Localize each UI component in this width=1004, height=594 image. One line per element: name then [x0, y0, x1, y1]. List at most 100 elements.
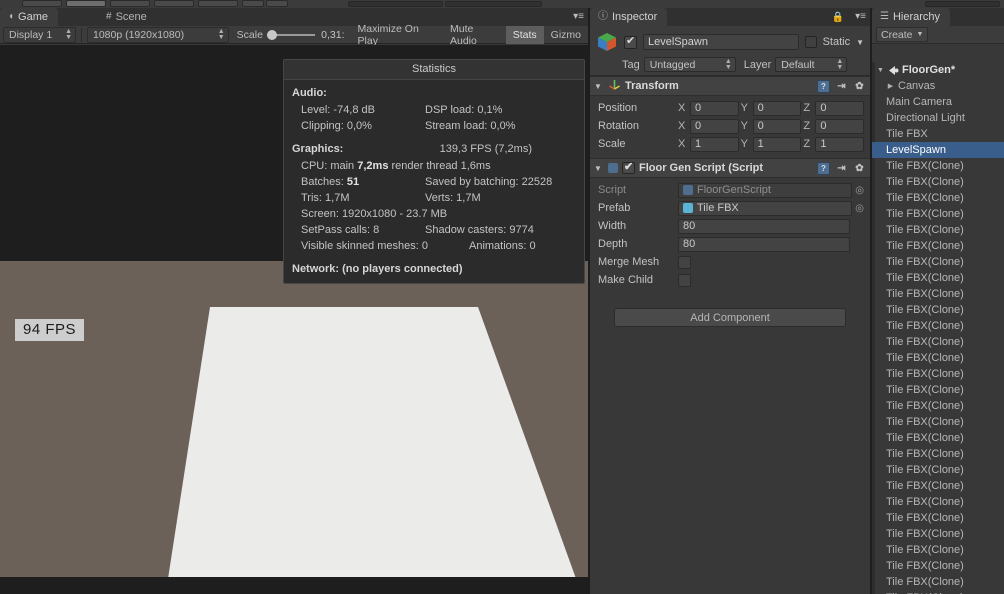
- gizmos-button[interactable]: Gizmo: [544, 26, 588, 44]
- toolbar-play-button[interactable]: [348, 1, 443, 7]
- toolbar-pivot-toggle[interactable]: [242, 0, 264, 7]
- game-render-area[interactable]: [0, 261, 588, 577]
- script-picker-icon[interactable]: ◎: [855, 185, 864, 196]
- make-child-property-row: Make Child: [590, 271, 870, 289]
- tab-hierarchy[interactable]: ☰ Hierarchy: [872, 8, 951, 26]
- floor-gen-foldout-icon[interactable]: ▼: [594, 164, 604, 173]
- hierarchy-scene-root[interactable]: ▼ FloorGen*: [872, 62, 1004, 78]
- hierarchy-item[interactable]: Tile FBX(Clone): [872, 462, 1004, 478]
- depth-input[interactable]: 80: [678, 236, 850, 252]
- transform-foldout-icon[interactable]: ▼: [594, 82, 604, 91]
- toolbar-pause-button[interactable]: [445, 1, 542, 7]
- scale-y-input[interactable]: 1: [752, 136, 802, 152]
- hierarchy-item[interactable]: Tile FBX(Clone): [872, 558, 1004, 574]
- hierarchy-item[interactable]: Tile FBX(Clone): [872, 382, 1004, 398]
- axis-x-label: X: [678, 102, 686, 114]
- stats-button[interactable]: Stats: [505, 25, 544, 44]
- hierarchy-item[interactable]: Tile FBX(Clone): [872, 510, 1004, 526]
- scale-z-input[interactable]: 1: [815, 136, 865, 152]
- static-checkbox[interactable]: [804, 36, 817, 48]
- tag-dropdown[interactable]: Untagged ▲ ▼: [643, 57, 736, 72]
- hierarchy-item[interactable]: Directional Light: [872, 110, 1004, 126]
- hierarchy-item[interactable]: Tile FBX(Clone): [872, 590, 1004, 594]
- merge-mesh-checkbox[interactable]: [678, 255, 691, 269]
- scale-slider-knob[interactable]: [266, 29, 277, 40]
- resolution-dropdown[interactable]: 1080p (1920x1080) ▲ ▼: [86, 26, 229, 43]
- hierarchy-item[interactable]: Tile FBX: [872, 126, 1004, 142]
- maximize-on-play-button[interactable]: Maximize On Play: [351, 23, 443, 47]
- width-input[interactable]: 80: [678, 218, 850, 234]
- inspector-menu-icon[interactable]: ▾≡: [855, 11, 866, 22]
- hierarchy-item[interactable]: Tile FBX(Clone): [872, 494, 1004, 510]
- position-z-input[interactable]: 0: [815, 100, 865, 116]
- toolbar-space-toggle[interactable]: [266, 0, 288, 7]
- chevron-down-icon[interactable]: ▼: [856, 38, 864, 47]
- toolbar-move-tool[interactable]: [66, 0, 106, 7]
- hierarchy-item[interactable]: Tile FBX(Clone): [872, 334, 1004, 350]
- hierarchy-item[interactable]: Tile FBX(Clone): [872, 302, 1004, 318]
- hierarchy-item[interactable]: Tile FBX(Clone): [872, 206, 1004, 222]
- hierarchy-item[interactable]: Tile FBX(Clone): [872, 174, 1004, 190]
- hierarchy-item[interactable]: Tile FBX(Clone): [872, 238, 1004, 254]
- hierarchy-item[interactable]: Tile FBX(Clone): [872, 158, 1004, 174]
- mute-audio-button[interactable]: Mute Audio: [443, 23, 506, 47]
- toolbar-rotate-tool[interactable]: [110, 0, 150, 7]
- add-component-button[interactable]: Add Component: [614, 308, 846, 327]
- make-child-checkbox[interactable]: [678, 273, 691, 287]
- rotation-z-input[interactable]: 0: [815, 118, 865, 134]
- hierarchy-item[interactable]: Tile FBX(Clone): [872, 526, 1004, 542]
- create-button[interactable]: Create ▼: [876, 27, 929, 42]
- position-x-input[interactable]: 0: [690, 100, 739, 116]
- hierarchy-item[interactable]: Tile FBX(Clone): [872, 398, 1004, 414]
- layer-dropdown[interactable]: Default ▲ ▼: [775, 57, 848, 72]
- help-icon[interactable]: ?: [817, 79, 830, 93]
- gear-icon[interactable]: ✿: [853, 80, 866, 93]
- axis-y-label: Y: [740, 102, 749, 114]
- tab-inspector[interactable]: ⓘ Inspector: [590, 8, 668, 26]
- chevron-right-icon[interactable]: ▶: [886, 82, 895, 90]
- toolbar-scale-tool[interactable]: [154, 0, 194, 7]
- preset-icon[interactable]: ⇥: [835, 80, 848, 93]
- tab-game[interactable]: ◖ Game: [0, 8, 59, 26]
- prefab-object-field[interactable]: Tile FBX: [678, 200, 853, 216]
- game-panel-menu-icon[interactable]: ▾≡: [573, 11, 584, 22]
- hierarchy-item[interactable]: Tile FBX(Clone): [872, 270, 1004, 286]
- hierarchy-item[interactable]: Tile FBX(Clone): [872, 478, 1004, 494]
- hierarchy-item[interactable]: Tile FBX(Clone): [872, 350, 1004, 366]
- hierarchy-item[interactable]: Tile FBX(Clone): [872, 414, 1004, 430]
- help-icon[interactable]: ?: [817, 161, 830, 175]
- display-dropdown[interactable]: Display 1 ▲ ▼: [3, 26, 77, 43]
- prefab-picker-icon[interactable]: ◎: [855, 203, 864, 214]
- floor-gen-script-header[interactable]: ▼ Floor Gen Script (Script ? ⇥ ✿: [590, 158, 870, 178]
- hierarchy-item[interactable]: ▶ Canvas: [872, 78, 1004, 94]
- toolbar-layers-dropdown[interactable]: [925, 1, 1000, 7]
- tab-scene[interactable]: # Scene: [98, 8, 157, 26]
- scale-x-input[interactable]: 1: [690, 136, 739, 152]
- gear-icon[interactable]: ✿: [853, 162, 866, 175]
- lock-icon[interactable]: 🔒: [832, 12, 844, 23]
- chevron-down-icon[interactable]: ▼: [876, 67, 885, 74]
- rotation-x-input[interactable]: 0: [690, 118, 739, 134]
- hierarchy-item[interactable]: Tile FBX(Clone): [872, 574, 1004, 590]
- toolbar-hand-tool[interactable]: [22, 0, 62, 7]
- toolbar-rect-tool[interactable]: [198, 0, 238, 7]
- position-y-input[interactable]: 0: [752, 100, 802, 116]
- hierarchy-item[interactable]: LevelSpawn: [872, 142, 1004, 158]
- hierarchy-item[interactable]: Tile FBX(Clone): [872, 318, 1004, 334]
- hierarchy-item[interactable]: Tile FBX(Clone): [872, 366, 1004, 382]
- scale-slider[interactable]: [266, 29, 316, 40]
- hierarchy-item[interactable]: Tile FBX(Clone): [872, 286, 1004, 302]
- floor-gen-enabled-checkbox[interactable]: [622, 160, 635, 174]
- hierarchy-item[interactable]: Tile FBX(Clone): [872, 222, 1004, 238]
- hierarchy-item[interactable]: Tile FBX(Clone): [872, 254, 1004, 270]
- gameobject-enabled-checkbox[interactable]: [624, 34, 637, 49]
- gameobject-name-input[interactable]: LevelSpawn: [643, 34, 799, 50]
- hierarchy-item[interactable]: Tile FBX(Clone): [872, 446, 1004, 462]
- preset-icon[interactable]: ⇥: [835, 162, 848, 175]
- hierarchy-item[interactable]: Tile FBX(Clone): [872, 430, 1004, 446]
- rotation-y-input[interactable]: 0: [752, 118, 802, 134]
- hierarchy-item[interactable]: Tile FBX(Clone): [872, 190, 1004, 206]
- transform-component-header[interactable]: ▼ Transform ? ⇥ ✿: [590, 76, 870, 96]
- hierarchy-item[interactable]: Tile FBX(Clone): [872, 542, 1004, 558]
- hierarchy-item[interactable]: Main Camera: [872, 94, 1004, 110]
